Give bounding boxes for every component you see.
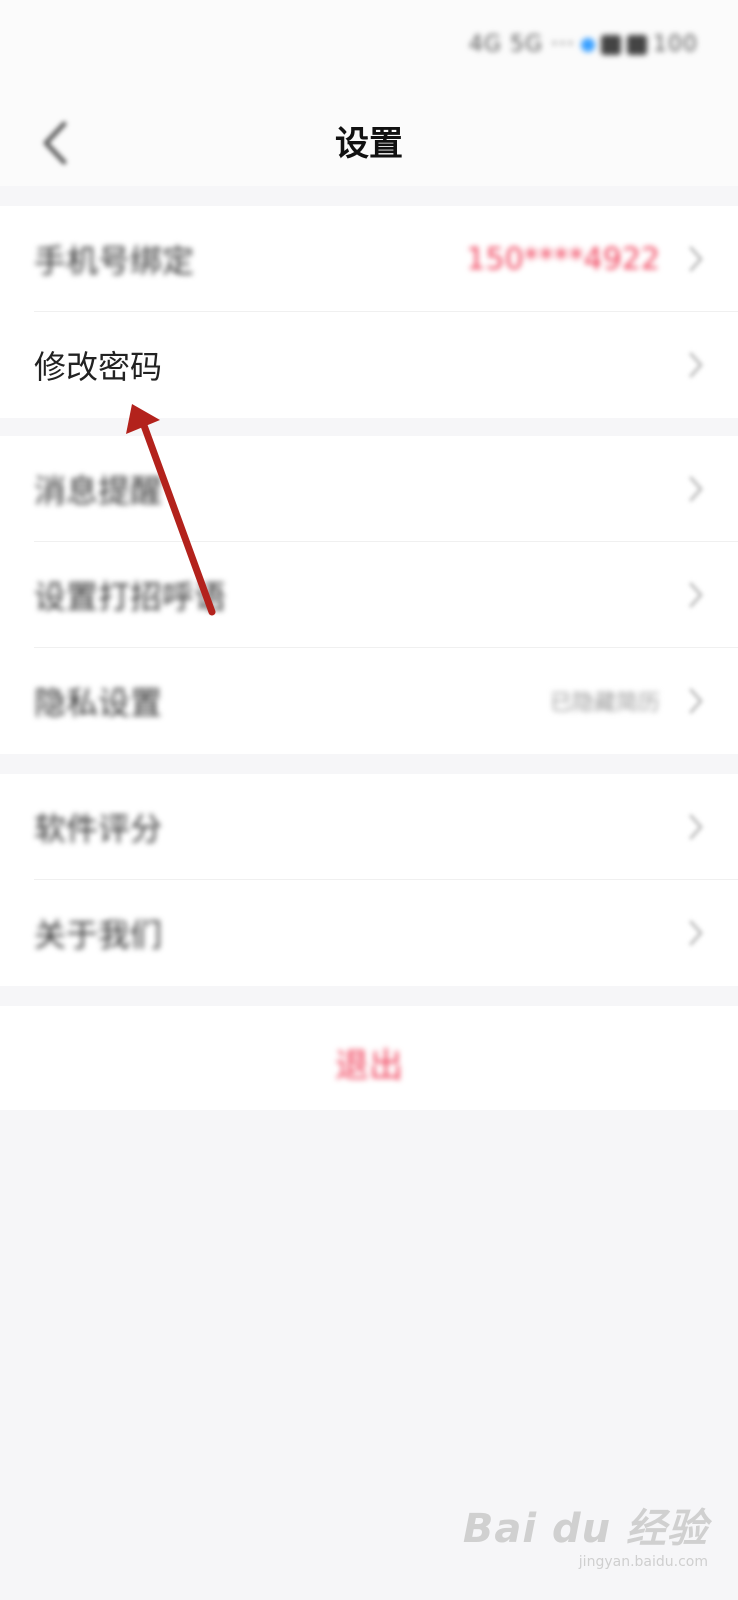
chevron-right-icon — [689, 246, 703, 272]
watermark-logo: Bai du 经验 — [462, 1506, 708, 1552]
wifi-icon — [581, 37, 595, 52]
chevron-right-icon — [689, 352, 703, 378]
settings-item-greeting[interactable]: 设置打招呼语 — [0, 542, 738, 648]
settings-item-about-us[interactable]: 关于我们 — [0, 880, 738, 986]
settings-item-phone-binding[interactable]: 手机号绑定 150****4922 — [0, 206, 738, 312]
nav-bar: 设置 — [0, 100, 738, 186]
chevron-right-icon — [689, 582, 703, 608]
settings-group-account: 手机号绑定 150****4922 修改密码 — [0, 206, 738, 418]
settings-item-label: 关于我们 — [34, 916, 163, 954]
signal-text: 4G 5G ··· — [468, 32, 575, 57]
chevron-right-icon — [689, 814, 703, 840]
settings-item-change-password[interactable]: 修改密码 — [0, 312, 738, 418]
watermark-url: jingyan.baidu.com — [578, 1554, 708, 1570]
logout-button[interactable]: 退出 — [0, 1006, 738, 1110]
chevron-right-icon — [689, 476, 703, 502]
settings-group-about: 软件评分 关于我们 — [0, 774, 738, 986]
watermark: Bai du 经验 jingyan.baidu.com — [463, 1496, 708, 1570]
settings-group-preferences: 消息提醒 设置打招呼语 隐私设置 已隐藏简历 — [0, 436, 738, 754]
battery-text: 100 — [653, 32, 698, 57]
settings-item-label: 隐私设置 — [34, 684, 163, 722]
status-icons: 4G 5G ··· 100 — [469, 32, 698, 57]
phone-number-value: 150****4922 — [466, 241, 660, 277]
settings-item-privacy[interactable]: 隐私设置 已隐藏简历 — [0, 648, 738, 754]
privacy-status-value: 已隐藏简历 — [549, 691, 660, 716]
logout-label: 退出 — [335, 1046, 403, 1086]
page-title: 设置 — [335, 124, 403, 164]
status-bar: 4G 5G ··· 100 — [0, 0, 738, 100]
settings-item-label: 设置打招呼语 — [34, 578, 227, 616]
settings-item-rating[interactable]: 软件评分 — [0, 774, 738, 880]
settings-item-label: 修改密码 — [34, 348, 163, 386]
app-icon — [627, 34, 647, 55]
settings-screen: 4G 5G ··· 100 设置 手机号绑定 150****4922 修改密码 — [0, 0, 738, 1600]
settings-item-label: 软件评分 — [34, 810, 163, 848]
notification-icon — [601, 34, 621, 55]
chevron-right-icon — [689, 688, 703, 714]
settings-item-message-reminder[interactable]: 消息提醒 — [0, 436, 738, 542]
settings-item-label: 手机号绑定 — [34, 242, 195, 280]
chevron-right-icon — [689, 920, 703, 946]
settings-item-label: 消息提醒 — [34, 472, 163, 510]
